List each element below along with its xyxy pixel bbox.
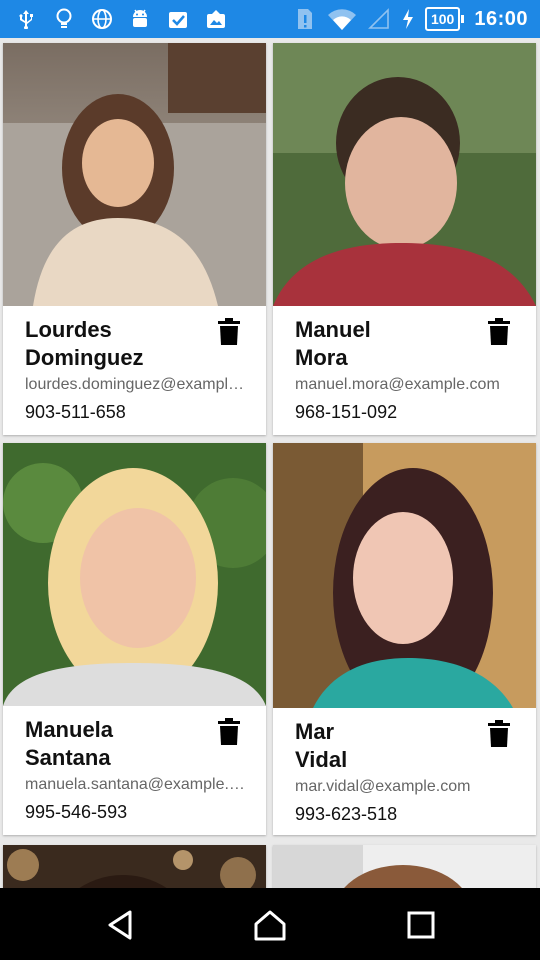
navigation-bar (0, 888, 540, 960)
contact-card[interactable]: Mar Vidal mar.vidal@example.com 993-623-… (273, 443, 536, 835)
battery-indicator: 100 (424, 7, 461, 31)
signal-icon (367, 7, 391, 31)
wifi-icon (327, 7, 357, 31)
contact-photo[interactable] (273, 845, 536, 888)
contact-name: Manuel Mora (295, 316, 475, 372)
first-name: Lourdes (25, 317, 112, 342)
delete-trash-icon[interactable] (488, 720, 510, 748)
home-icon[interactable] (253, 908, 287, 942)
battery-tip (461, 15, 465, 23)
last-name: Mora (295, 345, 348, 370)
card-body: Manuela Santana manuela.santana@example.… (3, 706, 266, 835)
contact-card[interactable] (3, 845, 266, 888)
contact-card[interactable] (273, 845, 536, 888)
clock: 16:00 (474, 7, 528, 30)
contact-email[interactable]: lourdes.dominguez@example.com (25, 376, 245, 394)
contact-card[interactable]: Manuel Mora manuel.mora@example.com 968-… (273, 43, 536, 435)
contact-photo[interactable] (3, 845, 266, 888)
contact-name: Manuela Santana (25, 716, 205, 772)
delete-trash-icon[interactable] (488, 318, 510, 346)
usb-icon (14, 7, 38, 31)
globe-icon (90, 7, 114, 31)
contact-phone[interactable]: 968-151-092 (295, 402, 397, 423)
last-name: Dominguez (25, 345, 144, 370)
delete-trash-icon[interactable] (218, 318, 240, 346)
contact-card[interactable]: Lourdes Dominguez lourdes.dominguez@exam… (3, 43, 266, 435)
contact-photo[interactable] (3, 443, 266, 706)
check-clipboard-icon (166, 7, 190, 31)
contact-phone[interactable]: 995-546-593 (25, 802, 127, 823)
first-name: Mar (295, 719, 335, 744)
contact-card[interactable]: Manuela Santana manuela.santana@example.… (3, 443, 266, 835)
last-name: Santana (25, 745, 111, 770)
contact-email[interactable]: manuel.mora@example.com (295, 376, 515, 394)
recents-icon[interactable] (404, 908, 438, 942)
last-name: Vidal (295, 747, 348, 772)
contact-photo[interactable] (3, 43, 266, 306)
contact-email[interactable]: mar.vidal@example.com (295, 778, 515, 796)
first-name: Manuel (295, 317, 371, 342)
back-icon[interactable] (104, 908, 138, 942)
android-icon (128, 7, 152, 31)
sim-alert-icon (293, 7, 317, 31)
contact-name: Lourdes Dominguez (25, 316, 205, 372)
contact-photo[interactable] (273, 43, 536, 306)
photo-upload-icon (204, 7, 228, 31)
card-body: Manuel Mora manuel.mora@example.com 968-… (273, 306, 536, 435)
card-body: Mar Vidal mar.vidal@example.com 993-623-… (273, 708, 536, 835)
contact-email[interactable]: manuela.santana@example.com (25, 776, 245, 794)
lightbulb-icon (52, 7, 76, 31)
contact-photo[interactable] (273, 443, 536, 708)
card-body: Lourdes Dominguez lourdes.dominguez@exam… (3, 306, 266, 435)
contacts-grid[interactable]: Lourdes Dominguez lourdes.dominguez@exam… (0, 38, 540, 888)
contact-phone[interactable]: 993-623-518 (295, 804, 397, 825)
delete-trash-icon[interactable] (218, 718, 240, 746)
charging-icon (401, 7, 415, 31)
first-name: Manuela (25, 717, 114, 742)
status-bar: 100 16:00 (0, 0, 540, 38)
contact-phone[interactable]: 903-511-658 (25, 402, 126, 423)
contact-name: Mar Vidal (295, 718, 475, 774)
